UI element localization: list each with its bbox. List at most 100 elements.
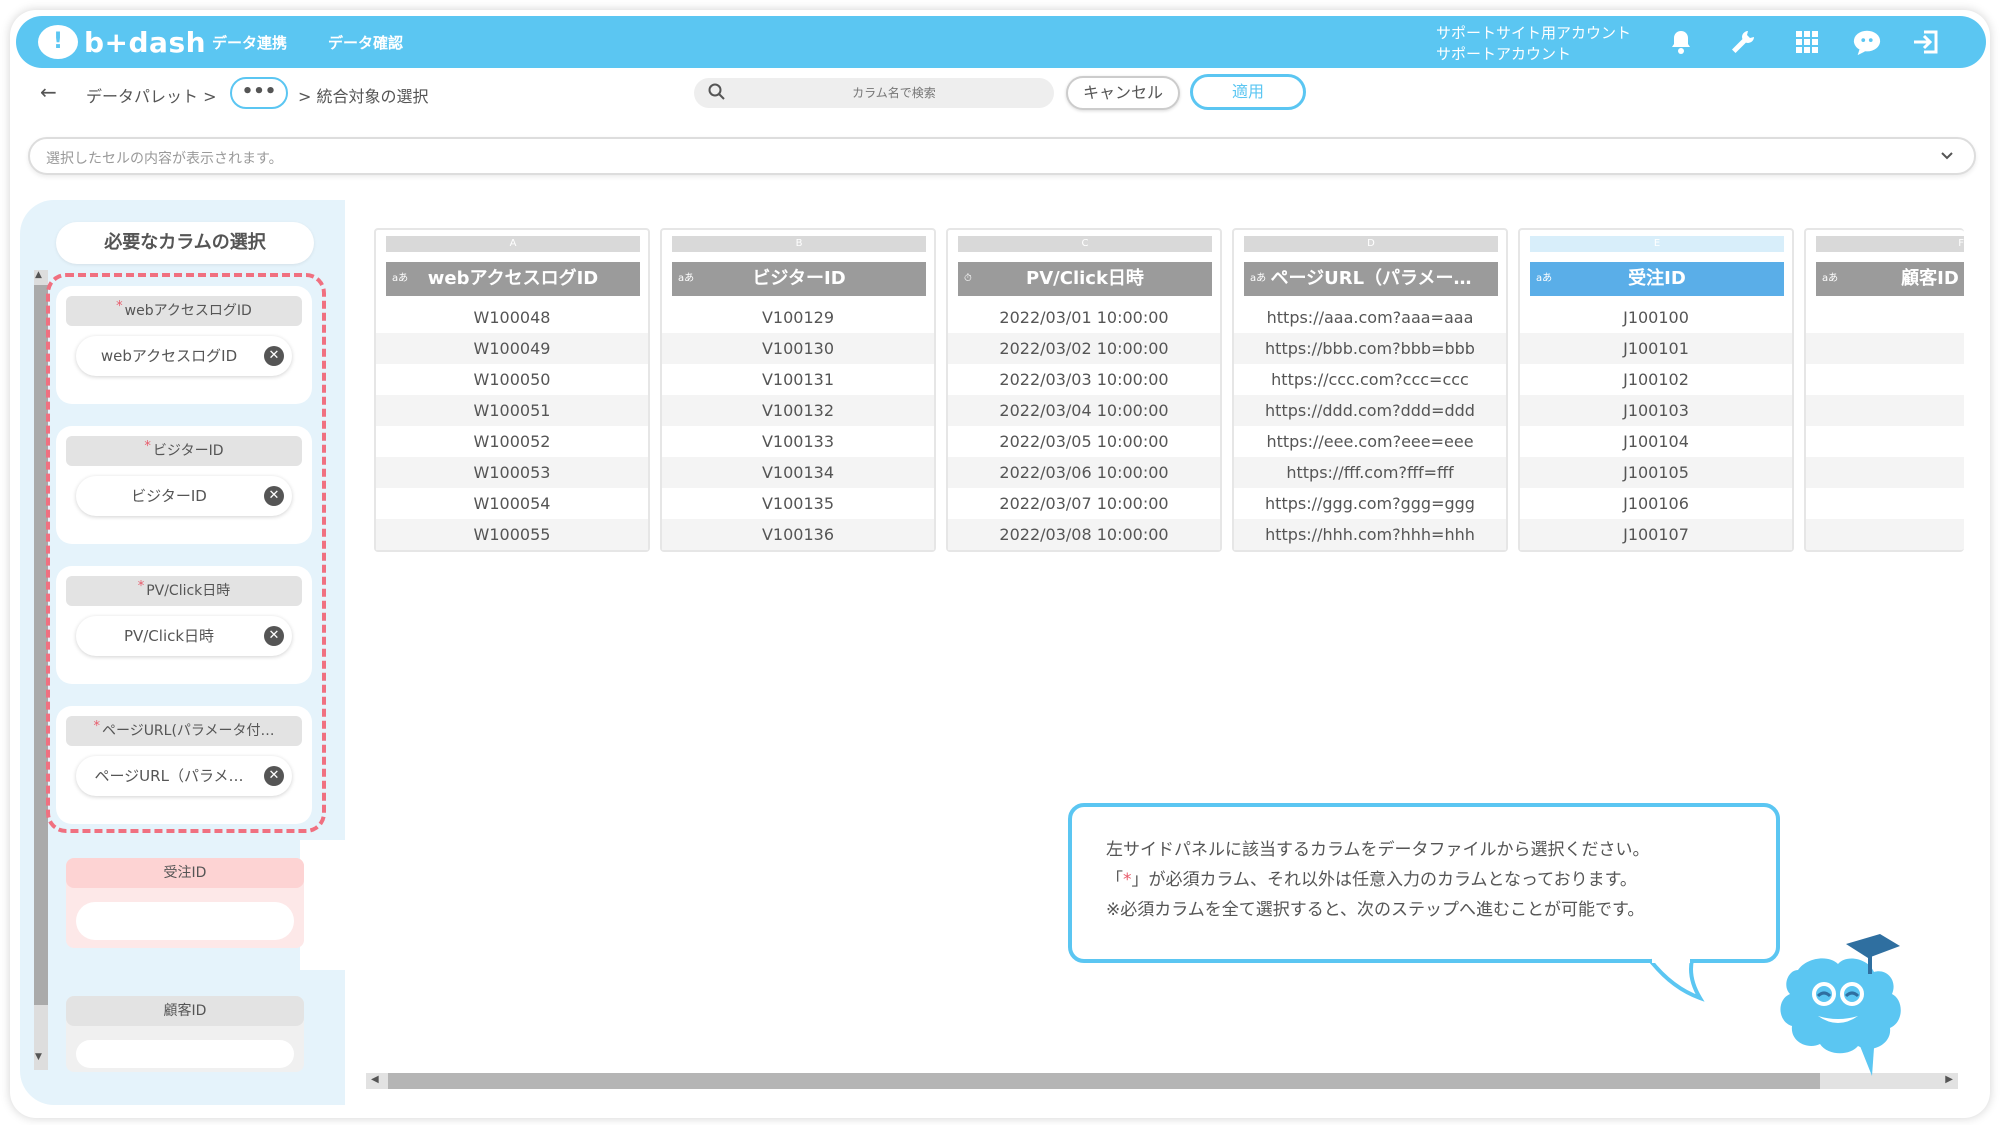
wrench-icon[interactable] xyxy=(1728,27,1758,57)
breadcrumb-root[interactable]: データパレット > xyxy=(86,83,217,107)
chevron-down-icon[interactable] xyxy=(1940,149,1954,163)
scroll-up-icon[interactable]: ▲ xyxy=(35,270,42,280)
table-cell[interactable]: J100107 xyxy=(1520,519,1792,550)
table-cell[interactable]: A10009 xyxy=(1806,426,1964,457)
optional-column-card[interactable]: 顧客ID xyxy=(66,996,304,1072)
apply-button[interactable]: 適用 xyxy=(1190,74,1306,110)
table-cell[interactable]: J100103 xyxy=(1520,395,1792,426)
back-arrow-icon[interactable]: ← xyxy=(40,80,57,104)
cancel-button[interactable]: キャンセル xyxy=(1066,76,1180,110)
column-header[interactable]: aあ 受注ID xyxy=(1530,262,1784,296)
table-scroll-thumb[interactable] xyxy=(388,1073,1820,1089)
logout-icon[interactable] xyxy=(1912,27,1942,57)
table-cell[interactable]: 2022/03/06 10:00:00 xyxy=(948,457,1220,488)
column-header[interactable]: aあ ページURL（パラメー… xyxy=(1244,262,1498,296)
support-chat-icon[interactable] xyxy=(1852,27,1882,57)
table-cell[interactable]: 2022/03/03 10:00:00 xyxy=(948,364,1220,395)
selected-column-chip[interactable]: ビジターID ✕ xyxy=(76,476,292,516)
table-column[interactable]: Daあ ページURL（パラメー… https://aaa.com?aaa=aaa ht… xyxy=(1232,228,1508,552)
table-column[interactable]: Baあ ビジターID V100129 V100130 V100131 V100132 V10… xyxy=(660,228,936,552)
table-cell[interactable]: W100050 xyxy=(376,364,648,395)
scroll-right-icon[interactable]: ▶ xyxy=(1945,1074,1953,1085)
table-cell[interactable]: W100052 xyxy=(376,426,648,457)
column-header[interactable]: aあ ビジターID xyxy=(672,262,926,296)
table-cell[interactable]: V100135 xyxy=(662,488,934,519)
table-cell[interactable]: https://eee.com?eee=eee xyxy=(1234,426,1506,457)
scroll-down-icon[interactable]: ▼ xyxy=(35,1052,42,1062)
table-cell[interactable]: https://ddd.com?ddd=ddd xyxy=(1234,395,1506,426)
table-cell[interactable]: J100106 xyxy=(1520,488,1792,519)
table-cell[interactable]: W100053 xyxy=(376,457,648,488)
column-header[interactable]: aあ webアクセスログID xyxy=(386,262,640,296)
table-cell[interactable]: 2022/03/08 10:00:00 xyxy=(948,519,1220,550)
remove-icon[interactable]: ✕ xyxy=(264,346,284,366)
search-icon xyxy=(708,83,725,100)
table-cell[interactable]: https://bbb.com?bbb=bbb xyxy=(1234,333,1506,364)
table-column[interactable]: Eaあ 受注ID J100100 J100101 J100102 J100103 J1001… xyxy=(1518,228,1794,552)
table-cell[interactable]: W100049 xyxy=(376,333,648,364)
selected-column-chip[interactable]: ページURL（パラメ… ✕ xyxy=(76,756,292,796)
table-cell[interactable]: W100051 xyxy=(376,395,648,426)
bell-icon[interactable] xyxy=(1666,27,1696,57)
table-cell[interactable]: A10009 xyxy=(1806,364,1964,395)
selected-column-chip[interactable]: PV/Click日時 ✕ xyxy=(76,616,292,656)
table-cell[interactable]: V100129 xyxy=(662,302,934,333)
table-cell[interactable]: W100054 xyxy=(376,488,648,519)
table-cell[interactable]: A10009 xyxy=(1806,302,1964,333)
selected-column-chip[interactable]: webアクセスログID ✕ xyxy=(76,336,292,376)
table-cell[interactable]: W100055 xyxy=(376,519,648,550)
nav-data-check[interactable]: データ確認 xyxy=(328,32,403,53)
table-horizontal-scrollbar[interactable]: ◀ ▶ xyxy=(366,1073,1958,1089)
nav-data-link[interactable]: データ連携 xyxy=(212,32,287,53)
table-cell[interactable]: V100132 xyxy=(662,395,934,426)
table-cell[interactable]: J100104 xyxy=(1520,426,1792,457)
optional-column-label: 顧客ID xyxy=(66,996,304,1026)
table-cell[interactable]: V100134 xyxy=(662,457,934,488)
table-cell[interactable]: 2022/03/04 10:00:00 xyxy=(948,395,1220,426)
table-cell[interactable]: https://aaa.com?aaa=aaa xyxy=(1234,302,1506,333)
column-letter: E xyxy=(1530,236,1784,252)
table-cell[interactable]: A10009 xyxy=(1806,457,1964,488)
table-cell[interactable]: W100048 xyxy=(376,302,648,333)
optional-column-slot[interactable] xyxy=(76,902,294,940)
table-cell[interactable]: J100105 xyxy=(1520,457,1792,488)
table-cell[interactable]: https://ggg.com?ggg=ggg xyxy=(1234,488,1506,519)
table-cell[interactable]: A10010 xyxy=(1806,488,1964,519)
table-cell[interactable]: A10010 xyxy=(1806,519,1964,550)
table-cell[interactable]: J100101 xyxy=(1520,333,1792,364)
table-cell[interactable]: A10009 xyxy=(1806,333,1964,364)
scroll-left-icon[interactable]: ◀ xyxy=(371,1074,379,1085)
table-cell[interactable]: V100133 xyxy=(662,426,934,457)
table-cell[interactable]: 2022/03/05 10:00:00 xyxy=(948,426,1220,457)
table-cell[interactable]: 2022/03/01 10:00:00 xyxy=(948,302,1220,333)
table-cell[interactable]: https://ccc.com?ccc=ccc xyxy=(1234,364,1506,395)
table-cell[interactable]: 2022/03/02 10:00:00 xyxy=(948,333,1220,364)
table-column[interactable]: Faあ顧客IDA10009A10009A10009A10009A10009A10… xyxy=(1804,228,1964,552)
logo[interactable]: ! b+dash xyxy=(38,24,206,60)
table-cell[interactable]: 2022/03/07 10:00:00 xyxy=(948,488,1220,519)
table-cell[interactable]: https://hhh.com?hhh=hhh xyxy=(1234,519,1506,550)
column-header[interactable]: aあ 顧客ID xyxy=(1816,262,1964,296)
table-column[interactable]: Aaあ webアクセスログID W100048 W100049 W100050 W1000… xyxy=(374,228,650,552)
table-cell[interactable]: A10009 xyxy=(1806,395,1964,426)
remove-icon[interactable]: ✕ xyxy=(264,626,284,646)
cell-content-bar[interactable]: 選択したセルの内容が表示されます。 xyxy=(28,137,1976,175)
table-cell[interactable]: https://fff.com?fff=fff xyxy=(1234,457,1506,488)
search-input[interactable] xyxy=(754,78,1034,108)
column-header-label: ビジターID xyxy=(752,268,846,289)
breadcrumb-ellipsis-button[interactable]: ••• xyxy=(230,77,288,109)
table-column[interactable]: C ⏱ PV/Click日時 2022/03/01 10:00:00 2022/03/0… xyxy=(946,228,1222,552)
remove-icon[interactable]: ✕ xyxy=(264,486,284,506)
remove-icon[interactable]: ✕ xyxy=(264,766,284,786)
table-cell[interactable]: J100100 xyxy=(1520,302,1792,333)
table-cell[interactable]: J100102 xyxy=(1520,364,1792,395)
optional-column-card[interactable]: 受注ID xyxy=(66,858,304,948)
table-cell[interactable]: V100136 xyxy=(662,519,934,550)
table-cell[interactable]: V100131 xyxy=(662,364,934,395)
column-header[interactable]: ⏱ PV/Click日時 xyxy=(958,262,1212,296)
table-cell[interactable]: V100130 xyxy=(662,333,934,364)
account-info[interactable]: サポートサイト用アカウント サポートアカウント xyxy=(1436,23,1631,65)
text-type-icon: aあ xyxy=(1250,273,1267,284)
optional-column-slot[interactable] xyxy=(76,1040,294,1068)
apps-grid-icon[interactable] xyxy=(1792,27,1822,57)
